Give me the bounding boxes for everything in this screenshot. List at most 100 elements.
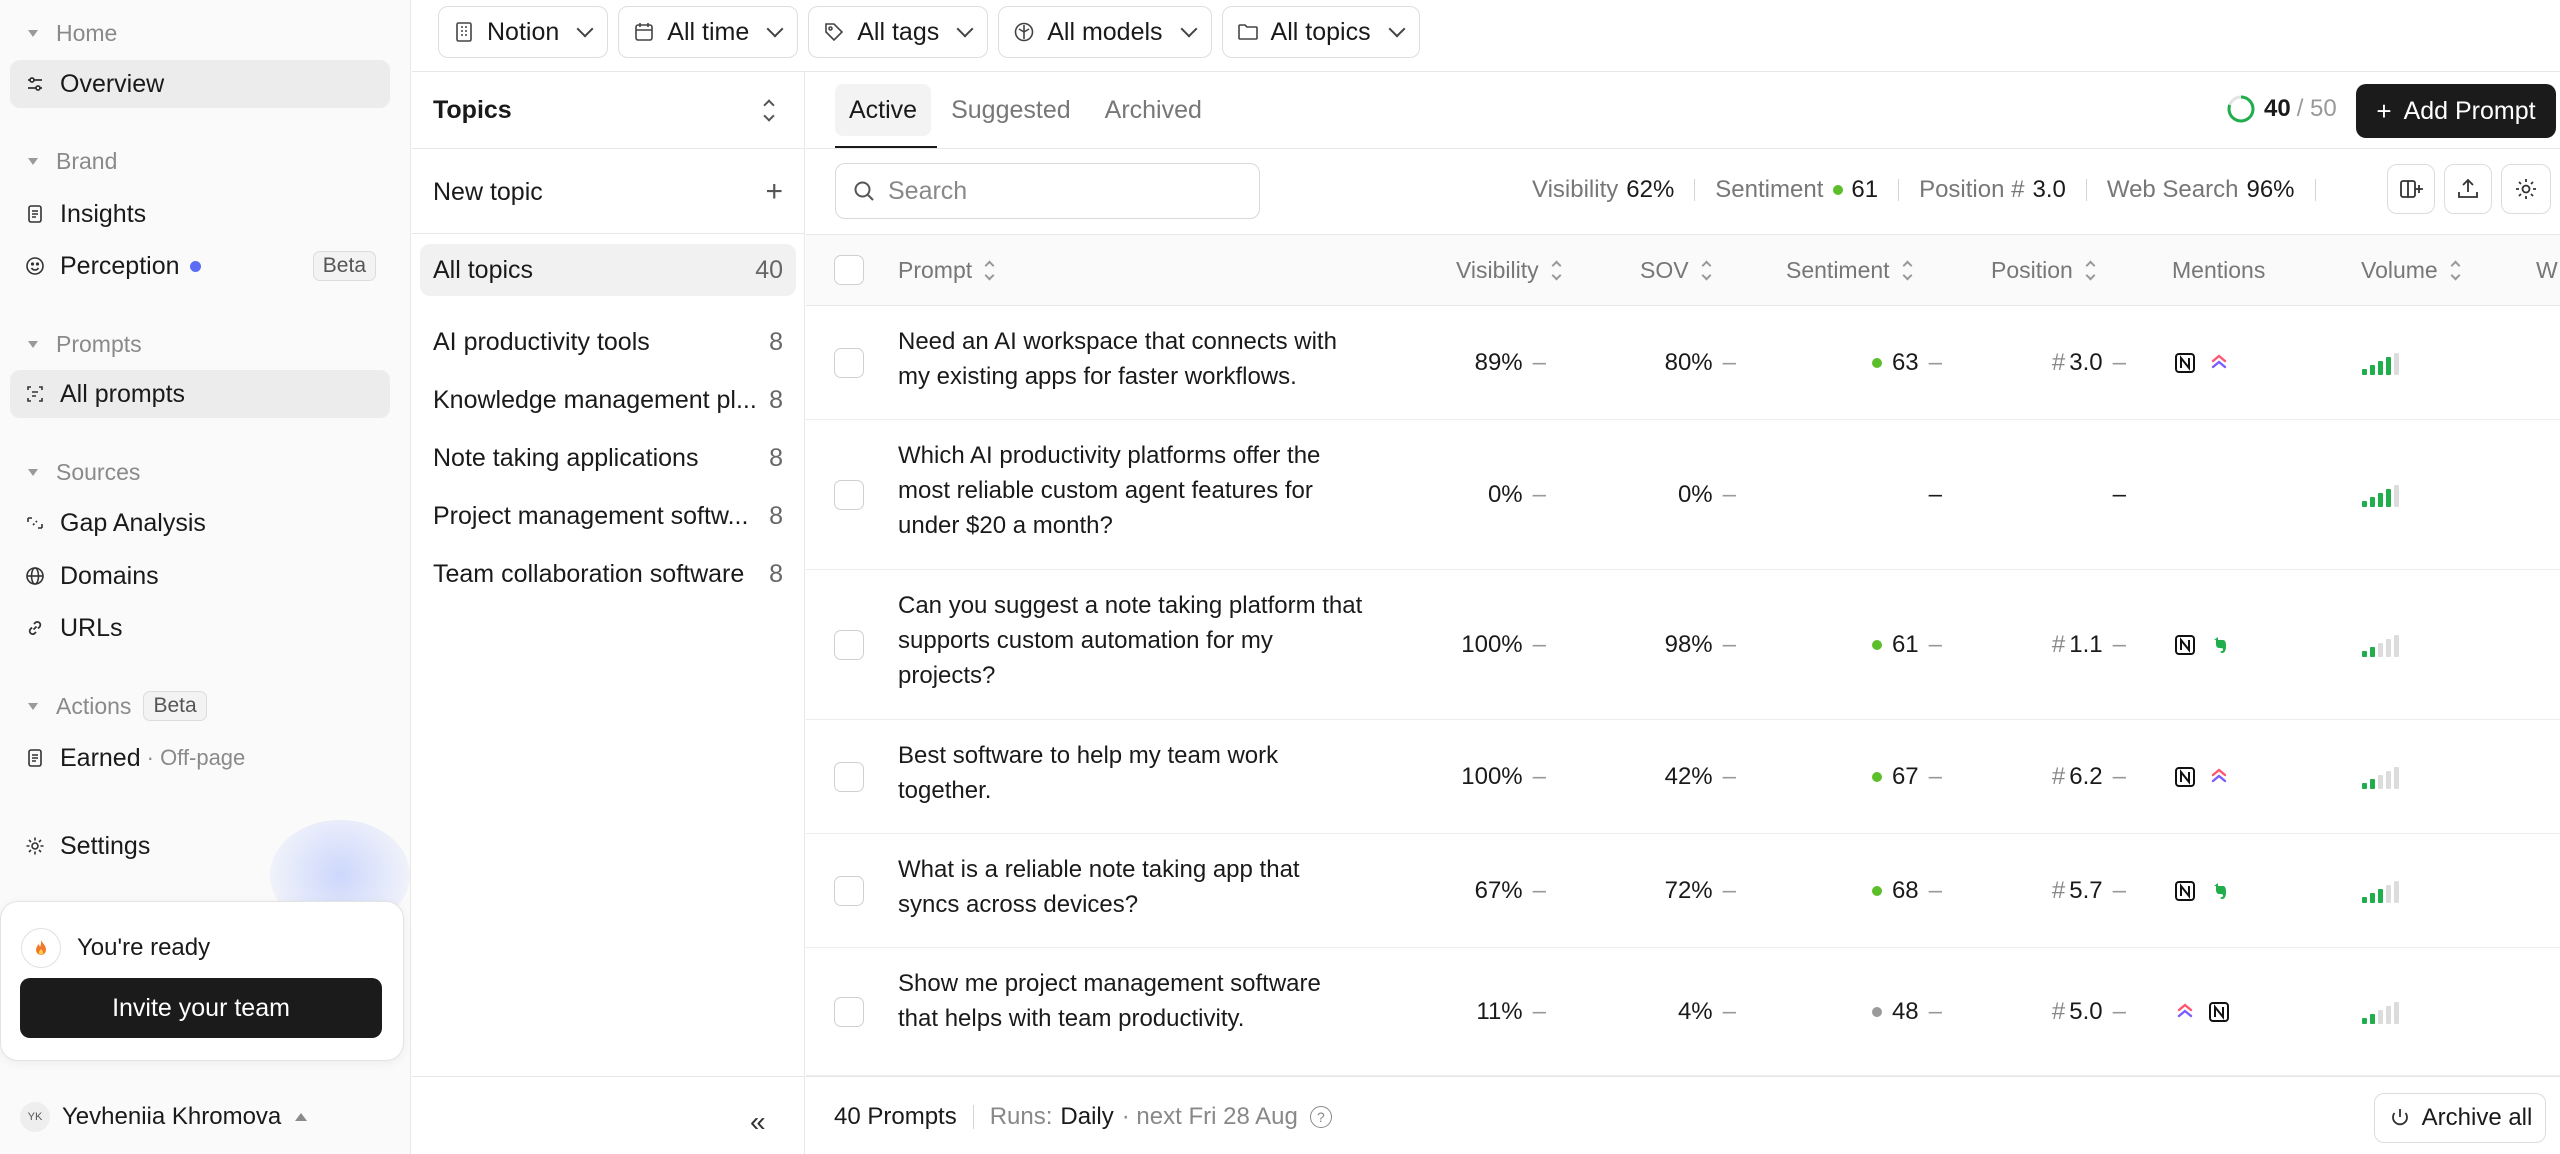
divider xyxy=(806,148,2560,149)
volume-bar xyxy=(2362,1018,2367,1024)
export-button[interactable] xyxy=(2444,164,2492,214)
filter-time[interactable]: All time xyxy=(618,6,799,58)
filter-brand[interactable]: Notion xyxy=(438,6,609,58)
row-checkbox[interactable] xyxy=(834,997,864,1027)
sort-icon xyxy=(984,260,995,281)
prompt-text[interactable]: Show me project management software xyxy=(898,966,1408,1001)
prompt-text[interactable]: projects? xyxy=(898,658,1408,693)
column-volume[interactable]: Volume xyxy=(2361,257,2461,284)
run-frequency[interactable]: Daily xyxy=(1060,1103,1113,1131)
prompt-text[interactable]: that helps with team productivity. xyxy=(898,1001,1408,1036)
prompt-text[interactable]: What is a reliable note taking app that xyxy=(898,852,1408,887)
prompt-text[interactable]: supports custom automation for my xyxy=(898,623,1408,658)
row-checkbox[interactable] xyxy=(834,762,864,792)
nav-urls[interactable]: URLs xyxy=(10,604,390,652)
sliders-icon xyxy=(24,73,46,95)
column-position[interactable]: Position xyxy=(1991,257,2096,284)
volume-bar xyxy=(2394,353,2399,375)
topic-item[interactable]: Knowledge management pl... 8 xyxy=(433,386,783,415)
new-indicator-dot xyxy=(189,260,201,272)
section-home[interactable]: Home xyxy=(28,18,117,48)
add-prompt-button[interactable]: + Add Prompt xyxy=(2356,84,2556,138)
prompt-text[interactable]: syncs across devices? xyxy=(898,887,1408,922)
prompt-text[interactable]: my existing apps for faster workflows. xyxy=(898,359,1408,394)
nav-domains[interactable]: Domains xyxy=(10,552,390,600)
sentiment-dot xyxy=(1871,640,1882,650)
table-row[interactable]: Can you suggest a note taking platform t… xyxy=(806,570,2560,720)
section-brand[interactable]: Brand xyxy=(28,146,117,176)
filter-topics[interactable]: All topics xyxy=(1221,6,1420,58)
nav-gap-analysis[interactable]: Gap Analysis xyxy=(10,499,390,547)
topics-header[interactable]: Topics xyxy=(433,92,775,128)
select-all-checkbox[interactable] xyxy=(834,255,864,285)
nav-all-prompts[interactable]: All prompts xyxy=(10,370,390,418)
collapse-panel-icon[interactable]: « xyxy=(750,1106,766,1138)
settings-button[interactable] xyxy=(2501,164,2551,214)
prompt-text[interactable]: Need an AI workspace that connects with xyxy=(898,324,1408,359)
topic-item[interactable]: Project management softw... 8 xyxy=(433,502,783,531)
tab-suggested[interactable]: Suggested xyxy=(937,84,1085,136)
help-icon[interactable]: ? xyxy=(1309,1106,1332,1128)
archive-all-button[interactable]: Archive all xyxy=(2374,1093,2546,1143)
search-field[interactable] xyxy=(835,163,1260,219)
sentiment-cell: 67– xyxy=(1806,763,1942,791)
user-menu[interactable]: YK Yevheniia Khromova xyxy=(20,1102,308,1132)
column-sov[interactable]: SOV xyxy=(1640,257,1712,284)
topic-item[interactable]: AI productivity tools 8 xyxy=(433,328,783,357)
filter-tags[interactable]: All tags xyxy=(808,6,989,58)
filter-models[interactable]: All models xyxy=(998,6,1212,58)
prompt-text[interactable]: most reliable custom agent features for xyxy=(898,473,1408,508)
sentiment-dot xyxy=(1871,358,1882,368)
columns-button[interactable] xyxy=(2387,164,2435,214)
nav-insights[interactable]: Insights xyxy=(10,190,390,238)
nav-earned[interactable]: Earned · Off-page xyxy=(10,734,390,782)
visibility-cell: 0% – xyxy=(1487,481,1546,508)
mentions-cell xyxy=(2174,766,2230,788)
column-web-search[interactable]: W xyxy=(2536,257,2558,284)
section-actions[interactable]: Actions Beta xyxy=(28,691,207,721)
column-visibility[interactable]: Visibility xyxy=(1456,257,1562,284)
beta-badge: Beta xyxy=(312,251,376,281)
sentiment-cell: 68– xyxy=(1806,877,1942,905)
column-sentiment[interactable]: Sentiment xyxy=(1786,257,1913,284)
sov-cell: 0% – xyxy=(1677,481,1736,508)
table-row[interactable]: Show me project management software that … xyxy=(806,948,2560,1076)
section-prompts[interactable]: Prompts xyxy=(28,329,142,359)
topic-all-label[interactable]: All topics 40 xyxy=(433,256,783,285)
prompt-text[interactable]: together. xyxy=(898,773,1408,808)
position-cell: #6.2– xyxy=(2051,763,2126,790)
volume-bar xyxy=(2370,647,2375,657)
volume-bar xyxy=(2386,1006,2391,1024)
sentiment-cell: 61– xyxy=(1806,631,1942,659)
sov-cell: 80% – xyxy=(1664,349,1736,376)
volume-bar xyxy=(2386,489,2391,507)
new-topic-button[interactable]: New topic + xyxy=(433,175,783,209)
table-row[interactable]: Which AI productivity platforms offer th… xyxy=(806,420,2560,570)
row-checkbox[interactable] xyxy=(834,480,864,510)
column-mentions[interactable]: Mentions xyxy=(2172,257,2265,284)
prompt-text[interactable]: Best software to help my team work xyxy=(898,738,1408,773)
row-checkbox[interactable] xyxy=(834,630,864,660)
prompt-text[interactable]: Which AI productivity platforms offer th… xyxy=(898,438,1408,473)
column-prompt[interactable]: Prompt xyxy=(898,257,995,284)
row-checkbox[interactable] xyxy=(834,876,864,906)
nav-perception[interactable]: Perception Beta xyxy=(10,242,390,290)
table-row[interactable]: What is a reliable note taking app that s… xyxy=(806,834,2560,948)
volume-bar xyxy=(2386,357,2391,375)
section-sources[interactable]: Sources xyxy=(28,457,140,487)
topic-item[interactable]: Note taking applications 8 xyxy=(433,444,783,473)
prompt-text[interactable]: Can you suggest a note taking platform t… xyxy=(898,588,1408,623)
row-checkbox[interactable] xyxy=(834,348,864,378)
search-input[interactable] xyxy=(888,176,1228,206)
tab-active[interactable]: Active xyxy=(835,84,932,136)
volume-bar xyxy=(2386,771,2391,789)
volume-bars xyxy=(2362,633,2399,657)
table-row[interactable]: Best software to help my team work togeth… xyxy=(806,720,2560,834)
table-row[interactable]: Need an AI workspace that connects with m… xyxy=(806,306,2560,420)
topic-item[interactable]: Team collaboration software 8 xyxy=(433,560,783,589)
invite-team-button[interactable]: Invite your team xyxy=(20,978,382,1038)
prompt-text[interactable]: under $20 a month? xyxy=(898,508,1408,543)
nav-overview[interactable]: Overview xyxy=(10,60,390,108)
tab-archived[interactable]: Archived xyxy=(1091,84,1216,136)
volume-bars xyxy=(2362,351,2399,375)
